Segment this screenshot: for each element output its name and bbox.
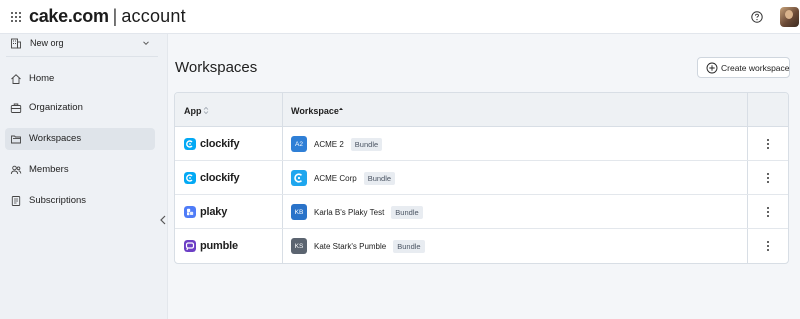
- column-label: Workspace: [291, 106, 339, 116]
- workspaces-table: App Workspace clockify A2 ACME 2 Bundle …: [174, 92, 789, 264]
- app-name: clockify: [200, 172, 240, 184]
- briefcase-icon: [10, 103, 22, 113]
- workspace-avatar: A2: [291, 136, 307, 152]
- workspace-name: Karla B's Plaky Test: [314, 207, 385, 217]
- more-options-icon[interactable]: [764, 138, 772, 150]
- bundle-badge: Bundle: [391, 205, 423, 219]
- create-workspace-label: Create workspace: [721, 63, 790, 73]
- document-icon: [11, 196, 21, 206]
- table-row[interactable]: pumble KS Kate Stark's Pumble Bundle: [175, 229, 788, 263]
- sidebar-item-home[interactable]: Home: [5, 68, 155, 90]
- table-row[interactable]: plaky KB Karla B's Plaky Test Bundle: [175, 195, 788, 229]
- table-row[interactable]: clockify A2 ACME 2 Bundle: [175, 127, 788, 161]
- app-name: clockify: [200, 138, 240, 150]
- brand-product: account: [121, 6, 186, 26]
- workspace-cell[interactable]: KB Karla B's Plaky Test Bundle: [291, 203, 423, 221]
- column-header-workspace[interactable]: Workspace: [282, 93, 747, 127]
- workspace-name: ACME 2: [314, 139, 344, 149]
- more-options-icon[interactable]: [764, 206, 772, 218]
- sidebar-item-label: Members: [29, 164, 69, 175]
- workspace-cell[interactable]: KS Kate Stark's Pumble Bundle: [291, 237, 425, 255]
- bundle-badge: Bundle: [350, 137, 383, 151]
- bundle-badge: Bundle: [393, 239, 425, 253]
- help-icon[interactable]: [751, 11, 763, 23]
- table-row[interactable]: clockify ACME Corp Bundle: [175, 161, 788, 195]
- plaky-logo[interactable]: plaky: [184, 205, 227, 219]
- building-icon: [11, 38, 21, 49]
- page-title: Workspaces: [175, 59, 258, 76]
- brand-logo[interactable]: cake.com | account: [29, 6, 186, 27]
- sidebar-item-label: Organization: [29, 102, 83, 113]
- clockify-icon: [184, 172, 196, 184]
- sidebar-item-members[interactable]: Members: [5, 159, 155, 181]
- workspace-name: Kate Stark's Pumble: [314, 241, 387, 251]
- clockify-logo[interactable]: clockify: [184, 137, 240, 151]
- column-label: App: [184, 106, 202, 116]
- clockify-logo[interactable]: clockify: [184, 171, 240, 185]
- more-options-icon[interactable]: [764, 240, 772, 252]
- pumble-icon: [184, 240, 196, 252]
- org-name: New org: [30, 38, 64, 48]
- clockify-workspace-icon: [291, 170, 307, 186]
- app-name: plaky: [200, 206, 228, 218]
- folders-icon: [11, 135, 21, 144]
- workspace-cell[interactable]: ACME Corp Bundle: [291, 169, 396, 187]
- org-selector[interactable]: New org: [6, 34, 156, 54]
- workspace-avatar: KB: [291, 204, 307, 220]
- people-icon: [10, 165, 22, 175]
- bundle-badge: Bundle: [363, 171, 396, 185]
- app-name: pumble: [200, 240, 238, 252]
- workspace-name: ACME Corp: [314, 173, 357, 183]
- sort-icon: [203, 106, 209, 115]
- home-icon: [11, 74, 21, 84]
- brand-separator: |: [112, 6, 118, 26]
- apps-grid-icon[interactable]: [11, 12, 21, 22]
- plus-circle-icon: [706, 62, 718, 74]
- column-header-app[interactable]: App: [175, 93, 282, 127]
- sidebar-item-label: Workspaces: [29, 133, 82, 144]
- sidebar-item-workspaces[interactable]: Workspaces: [5, 128, 155, 150]
- sidebar: New org Home Organization Workspaces Mem…: [0, 34, 168, 319]
- clockify-icon: [184, 138, 196, 150]
- table-header: App Workspace: [175, 93, 788, 127]
- divider: [6, 56, 158, 57]
- workspace-cell[interactable]: A2 ACME 2 Bundle: [291, 135, 383, 153]
- pumble-logo[interactable]: pumble: [184, 239, 238, 253]
- user-avatar[interactable]: [780, 7, 799, 27]
- sidebar-item-label: Subscriptions: [29, 195, 87, 206]
- workspace-avatar: KS: [291, 238, 307, 254]
- sidebar-item-organization[interactable]: Organization: [5, 97, 155, 119]
- create-workspace-button[interactable]: Create workspace: [697, 57, 790, 78]
- sort-ascending-icon: [339, 107, 343, 110]
- top-bar: cake.com | account: [0, 0, 800, 34]
- more-options-icon[interactable]: [764, 172, 772, 184]
- sidebar-item-subscriptions[interactable]: Subscriptions: [5, 190, 155, 212]
- chevron-left-icon[interactable]: [157, 213, 169, 227]
- plaky-icon: [184, 206, 196, 218]
- chevron-down-icon: [143, 41, 149, 46]
- sidebar-item-label: Home: [29, 73, 55, 84]
- brand-name: cake.com: [29, 6, 109, 26]
